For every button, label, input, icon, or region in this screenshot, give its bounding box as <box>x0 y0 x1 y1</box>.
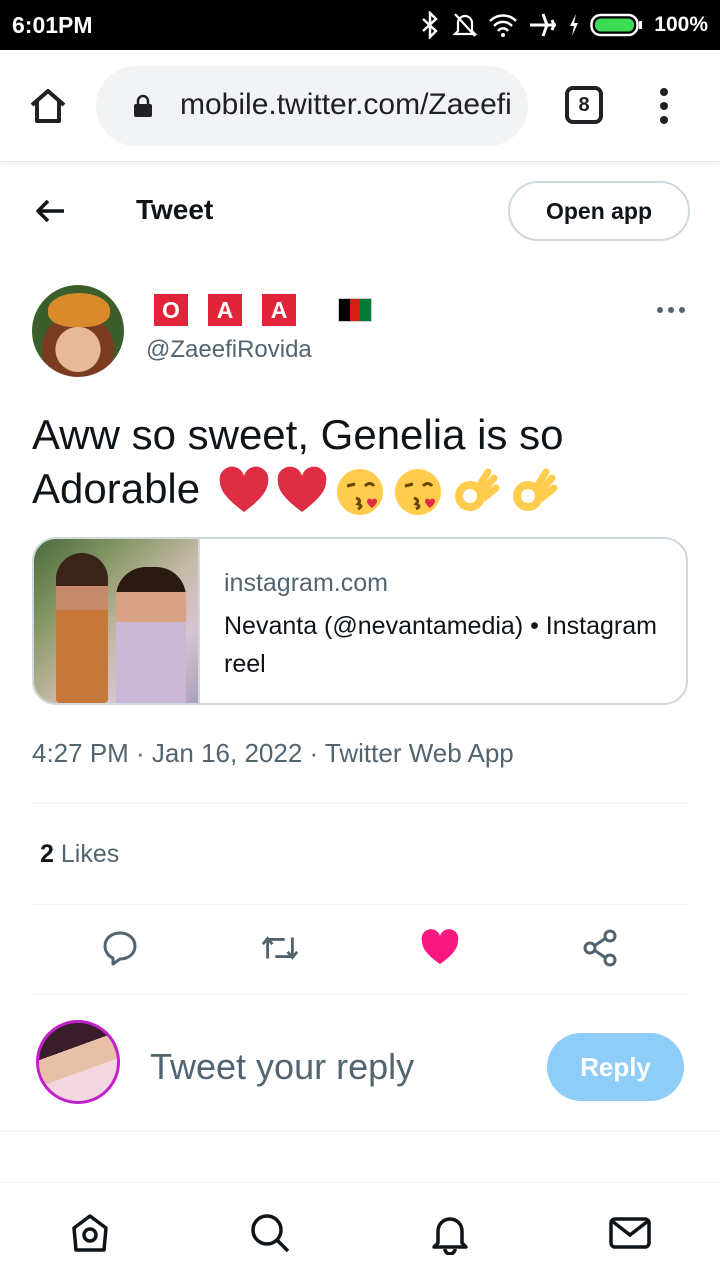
link-thumbnail <box>34 539 200 703</box>
reply-input[interactable]: Tweet your reply <box>150 1046 414 1088</box>
retweet-icon[interactable] <box>260 926 300 970</box>
like-icon[interactable] <box>420 926 460 970</box>
tabs-button[interactable]: 8 <box>565 86 603 124</box>
share-icon[interactable] <box>580 926 620 970</box>
airplane-icon <box>528 11 558 39</box>
author-handle[interactable]: @ZaeefiRovida <box>146 336 312 364</box>
page-title: Tweet <box>136 194 214 225</box>
bell-off-icon <box>452 11 478 39</box>
wifi-icon <box>488 12 518 38</box>
kiss-face-emoji <box>394 468 441 515</box>
link-domain: instagram.com <box>224 569 388 597</box>
home-icon[interactable] <box>68 1211 112 1255</box>
user-avatar[interactable] <box>36 1020 120 1104</box>
ok-hand-emoji <box>454 468 500 511</box>
divider <box>0 1131 720 1132</box>
avatar-hat <box>48 293 110 327</box>
bottom-navigation <box>0 1182 720 1280</box>
emoji-row <box>218 466 560 518</box>
back-arrow-icon[interactable] <box>30 192 70 232</box>
heart-emoji <box>277 466 327 512</box>
author-avatar[interactable] <box>32 285 124 377</box>
likes-label: Likes <box>60 840 120 868</box>
battery-percent: 100% <box>654 13 708 36</box>
status-bar: 6:01PM 100% <box>0 0 720 50</box>
home-icon[interactable] <box>26 84 70 128</box>
battery-icon <box>590 12 644 38</box>
more-horiz-icon[interactable] <box>655 300 687 320</box>
status-time: 6:01PM <box>12 12 93 38</box>
name-badge-letter: A <box>262 294 296 326</box>
afghanistan-flag-icon <box>338 298 372 322</box>
divider <box>32 904 688 905</box>
messages-icon[interactable] <box>608 1211 652 1255</box>
reply-icon[interactable] <box>100 926 140 970</box>
tweet-actions <box>0 926 720 972</box>
bluetooth-icon <box>418 11 442 39</box>
likes-number: 2 <box>40 840 54 868</box>
search-icon[interactable] <box>248 1211 292 1255</box>
link-description: Nevanta (@nevantamedia) • Instagram reel <box>224 612 657 678</box>
more-vert-icon[interactable] <box>650 84 678 128</box>
display-name[interactable]: O A A <box>154 294 372 326</box>
name-badge-letter: O <box>154 294 188 326</box>
browser-toolbar: mobile.twitter.com/ZaeefiRovida 8 <box>0 50 720 162</box>
link-preview-card[interactable]: instagram.com Nevanta (@nevantamedia) • … <box>32 537 688 705</box>
reply-button[interactable]: Reply <box>547 1033 684 1101</box>
notifications-icon[interactable] <box>428 1211 472 1256</box>
tweet-text: Aww so sweet, Genelia is so Adorable <box>32 408 682 518</box>
open-app-button[interactable]: Open app <box>508 181 690 241</box>
divider <box>32 994 688 995</box>
charging-icon <box>568 13 580 37</box>
lock-icon <box>132 94 154 118</box>
kiss-face-emoji <box>336 468 383 515</box>
ok-hand-emoji <box>512 468 558 511</box>
divider <box>32 803 688 804</box>
thumbnail-person <box>56 553 108 703</box>
url-text: mobile.twitter.com/ZaeefiRovida <box>180 88 510 121</box>
status-icons: 100% <box>418 10 708 40</box>
thumbnail-person <box>116 567 186 703</box>
likes-count[interactable]: 2 Likes <box>40 840 119 869</box>
url-bar[interactable]: mobile.twitter.com/ZaeefiRovida <box>96 66 528 146</box>
name-badge-letter: A <box>208 294 242 326</box>
heart-emoji <box>219 466 269 512</box>
tweet-timestamp[interactable]: 4:27 PM · Jan 16, 2022 · Twitter Web App <box>32 738 514 769</box>
